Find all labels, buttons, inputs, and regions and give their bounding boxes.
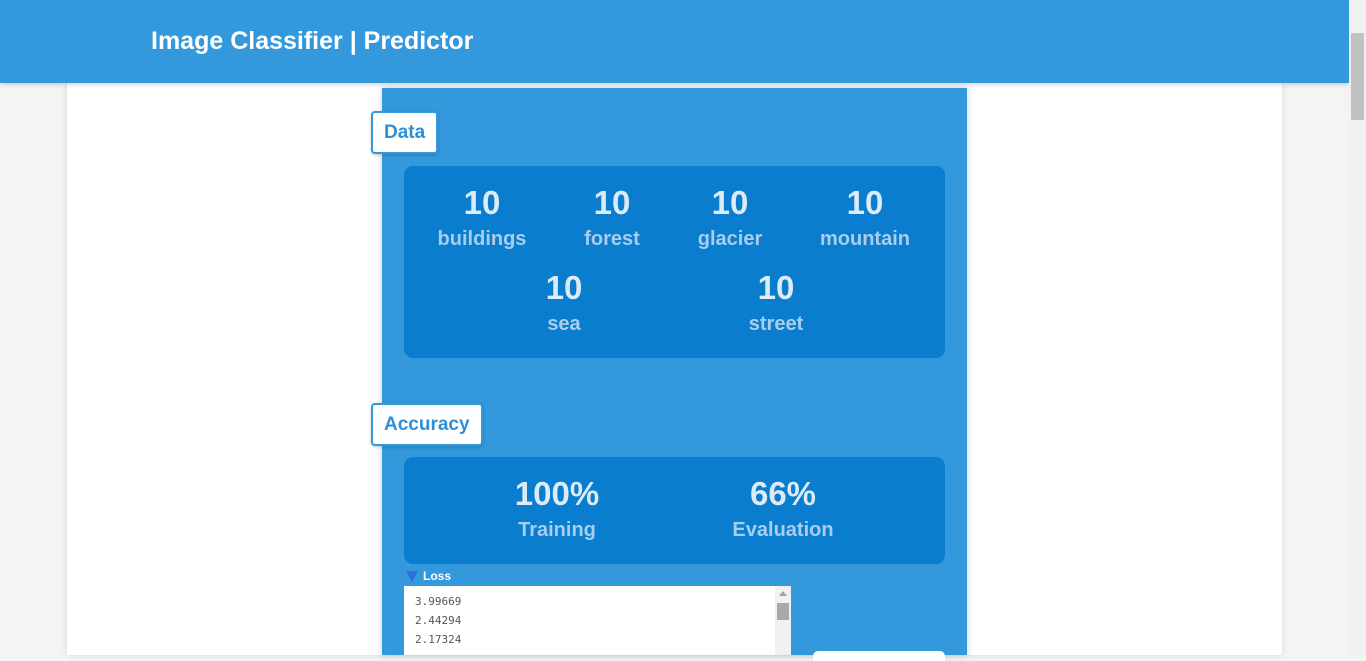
- stat-label: street: [748, 313, 804, 335]
- loss-scrollbar-thumb[interactable]: [777, 603, 789, 620]
- stat-training-accuracy: 100% Training: [515, 475, 599, 543]
- scroll-up-arrow-icon[interactable]: [779, 591, 787, 596]
- stat-value: 10: [593, 184, 631, 221]
- stat-label: Training: [518, 519, 596, 541]
- loss-scrollbar[interactable]: [775, 586, 791, 655]
- stat-label: Evaluation: [732, 519, 834, 541]
- stat-value: 10: [711, 184, 749, 221]
- page-scrollbar[interactable]: [1349, 0, 1366, 655]
- stat-value: 10: [463, 184, 501, 221]
- stat-glacier: 10 glacier: [698, 184, 762, 252]
- stat-value: 100%: [514, 475, 600, 512]
- accuracy-card: 100% Training 66% Evaluation: [404, 457, 945, 564]
- stat-evaluation-accuracy: 66% Evaluation: [732, 475, 833, 543]
- stat-label: forest: [584, 228, 640, 250]
- stat-value: 66%: [749, 475, 817, 512]
- section-tag-data: Data: [371, 111, 439, 154]
- loss-title: Loss: [423, 569, 452, 583]
- stat-street: 10 street: [749, 269, 803, 337]
- data-counts-card: 10 buildings 10 forest 10 glacier 10 mou…: [404, 166, 945, 358]
- stat-mountain: 10 mountain: [820, 184, 910, 252]
- stat-buildings: 10 buildings: [438, 184, 527, 252]
- loss-list: 3.99669 2.44294 2.17324: [415, 595, 461, 652]
- loss-values-box[interactable]: 3.99669 2.44294 2.17324: [404, 586, 791, 655]
- stat-value: 10: [846, 184, 884, 221]
- stat-forest: 10 forest: [584, 184, 640, 252]
- stat-label: buildings: [437, 228, 527, 250]
- stat-value: 10: [757, 269, 795, 306]
- triangle-down-icon: [406, 570, 418, 582]
- app-header: Image Classifier | Predictor: [0, 0, 1349, 83]
- stat-value: 10: [545, 269, 583, 306]
- stat-sea: 10 sea: [546, 269, 583, 337]
- section-tag-accuracy: Accuracy: [371, 403, 483, 446]
- loss-value: 2.17324: [415, 633, 462, 646]
- loss-value: 3.99669: [415, 595, 462, 608]
- page-scrollbar-thumb[interactable]: [1351, 33, 1364, 120]
- loss-value: 2.44294: [415, 614, 462, 627]
- app-title: Image Classifier | Predictor: [151, 27, 474, 55]
- loss-toggle[interactable]: Loss: [406, 569, 451, 583]
- stat-label: mountain: [820, 228, 910, 250]
- stat-label: glacier: [697, 228, 763, 250]
- partially-visible-card: [813, 651, 945, 661]
- stat-label: sea: [547, 313, 581, 335]
